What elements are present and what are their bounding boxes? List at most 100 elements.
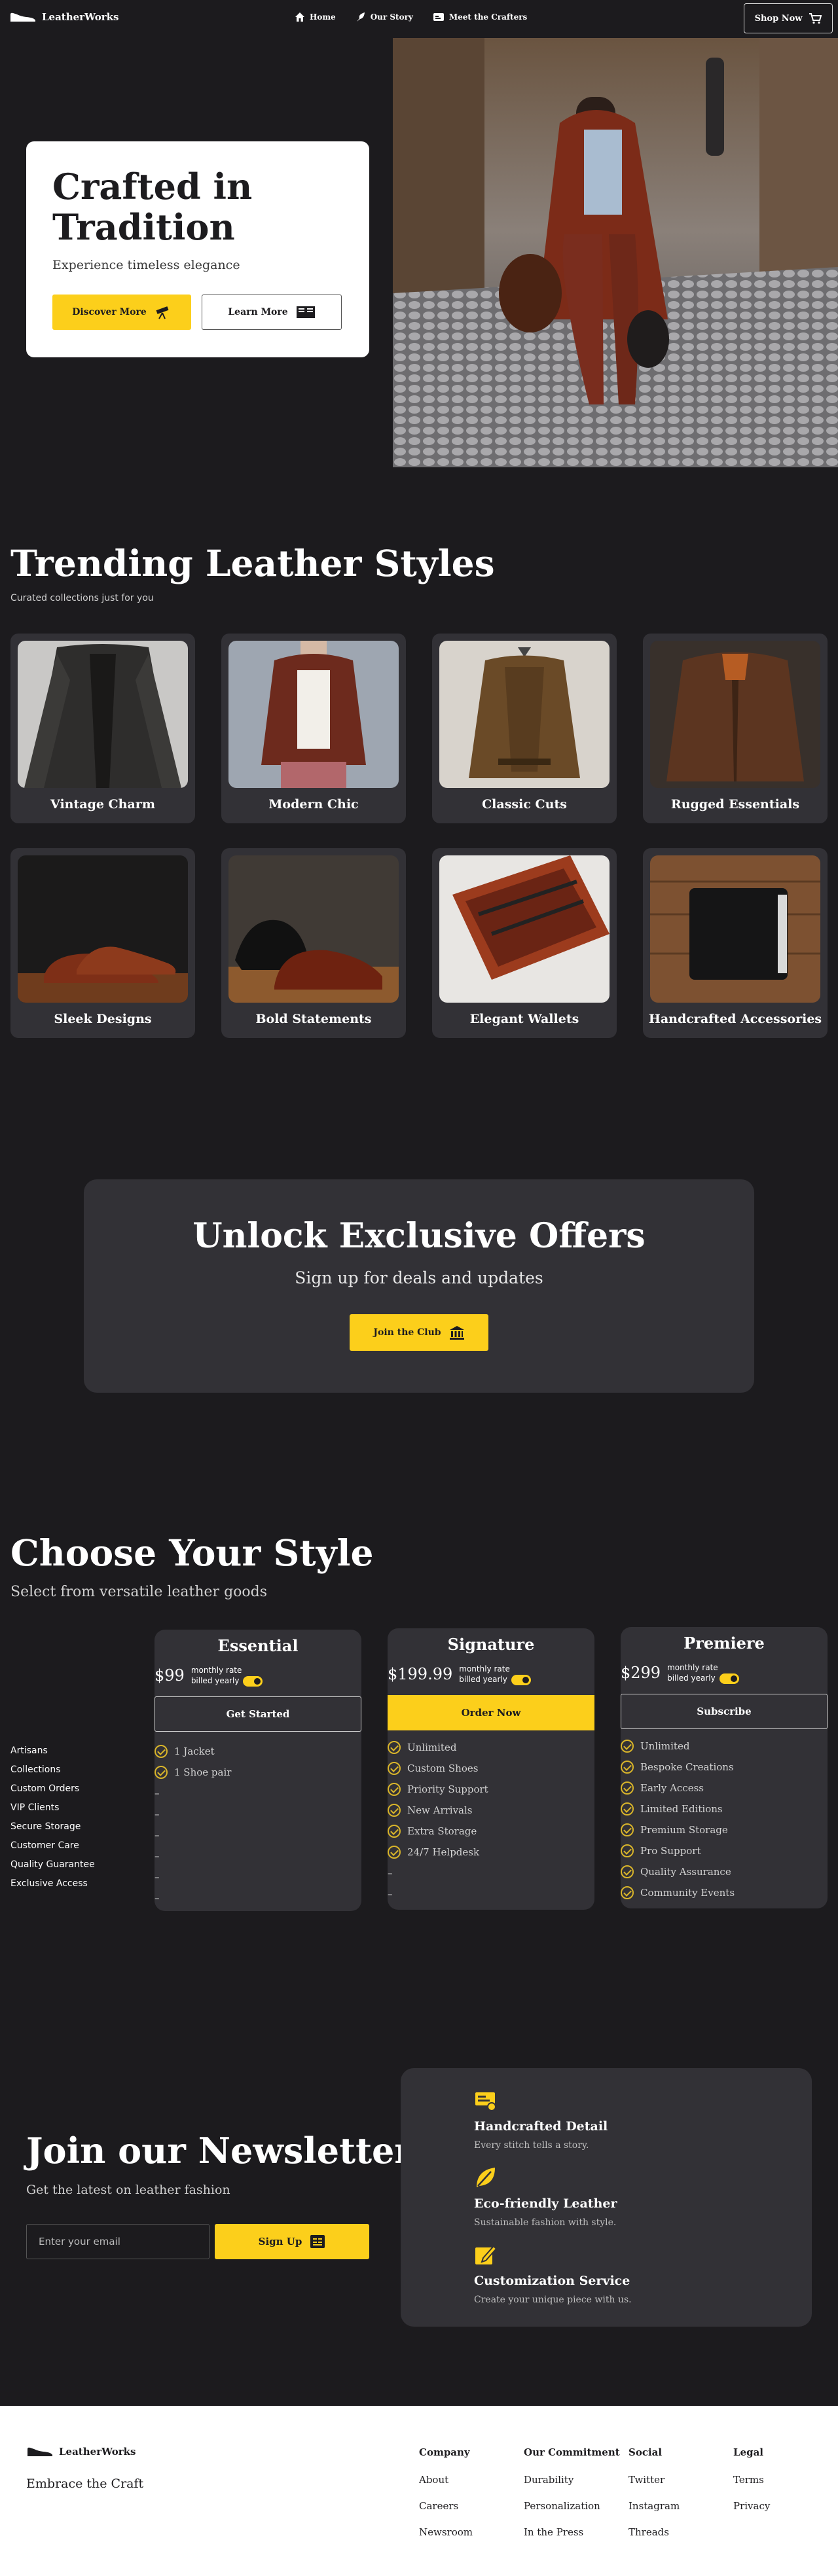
collection-tile[interactable]: Vintage Charm bbox=[10, 634, 195, 823]
footer-column-legal: Legal Terms Privacy bbox=[733, 2446, 770, 2526]
footer-link[interactable]: Instagram bbox=[628, 2500, 680, 2512]
check-icon bbox=[388, 1741, 401, 1754]
footer-link[interactable]: In the Press bbox=[524, 2526, 620, 2538]
collection-image bbox=[439, 855, 610, 1003]
get-started-button[interactable]: Get Started bbox=[155, 1696, 361, 1732]
collection-tile[interactable]: Elegant Wallets bbox=[432, 848, 617, 1038]
footer-logo[interactable]: LeatherWorks bbox=[26, 2445, 136, 2458]
collection-label: Vintage Charm bbox=[50, 797, 155, 812]
plan-rate: monthly rate bbox=[667, 1663, 718, 1672]
feature-title: Handcrafted Detail bbox=[474, 2119, 608, 2134]
billing-toggle[interactable] bbox=[719, 1673, 739, 1684]
plan-feature: Unlimited bbox=[407, 1742, 457, 1753]
billing-toggle[interactable] bbox=[511, 1674, 531, 1685]
check-icon bbox=[621, 1740, 634, 1753]
features-card: Handcrafted Detail Every stitch tells a … bbox=[401, 2068, 812, 2327]
footer-link[interactable]: Privacy bbox=[733, 2500, 770, 2512]
feature-desc: Sustainable fashion with style. bbox=[474, 2217, 617, 2228]
footer-heading: Legal bbox=[733, 2446, 763, 2458]
collection-tile[interactable]: Classic Cuts bbox=[432, 634, 617, 823]
feather-icon bbox=[356, 12, 365, 22]
cart-icon bbox=[809, 13, 822, 24]
collection-label: Modern Chic bbox=[268, 797, 359, 812]
footer-brand: LeatherWorks bbox=[59, 2446, 136, 2458]
footer-heading: Our Commitment bbox=[524, 2446, 620, 2458]
order-now-button[interactable]: Order Now bbox=[388, 1695, 594, 1730]
telescope-icon bbox=[156, 306, 169, 319]
check-icon bbox=[388, 1783, 401, 1796]
plan-feature: Bespoke Creations bbox=[640, 1761, 734, 1773]
hero-subtitle: Experience timeless elegance bbox=[52, 258, 240, 272]
feature-label: Quality Guarantee bbox=[10, 1859, 95, 1870]
join-club-button[interactable]: Join the Club bbox=[350, 1314, 488, 1351]
collection-image bbox=[18, 855, 188, 1003]
plan-feature: Custom Shoes bbox=[407, 1762, 479, 1774]
footer-link[interactable]: Durability bbox=[524, 2474, 620, 2486]
top-nav: LeatherWorks Home Our Story Meet the Cra… bbox=[0, 0, 838, 38]
footer-heading: Company bbox=[419, 2446, 470, 2458]
collection-label: Rugged Essentials bbox=[670, 797, 800, 812]
collection-image bbox=[228, 855, 399, 1003]
trending-title: Trending Leather Styles bbox=[10, 542, 495, 584]
footer-link[interactable]: Personalization bbox=[524, 2500, 620, 2512]
feature-label: Customer Care bbox=[10, 1840, 79, 1851]
check-icon bbox=[388, 1846, 401, 1859]
book-icon bbox=[296, 306, 315, 318]
feature-labels: Artisans Collections Custom Orders VIP C… bbox=[10, 1745, 95, 1897]
email-input[interactable] bbox=[26, 2224, 210, 2259]
footer-link[interactable]: Twitter bbox=[628, 2474, 680, 2486]
collection-tile[interactable]: Handcrafted Accessories bbox=[643, 848, 828, 1038]
feature-label: Secure Storage bbox=[10, 1821, 81, 1832]
plan-feature: Unlimited bbox=[640, 1740, 690, 1752]
collection-label: Bold Statements bbox=[255, 1012, 372, 1026]
plan-feature: – bbox=[155, 1808, 160, 1820]
footer-link[interactable]: About bbox=[419, 2474, 473, 2486]
plan-feature: Limited Editions bbox=[640, 1803, 723, 1815]
plan-price: $199.99 bbox=[388, 1665, 453, 1684]
nav-link-label: Meet the Crafters bbox=[448, 12, 528, 22]
collection-tile[interactable]: Rugged Essentials bbox=[643, 634, 828, 823]
feature-desc: Every stitch tells a story. bbox=[474, 2140, 589, 2151]
check-icon bbox=[621, 1844, 634, 1857]
hero-card: Crafted in Tradition Experience timeless… bbox=[26, 141, 369, 357]
brand-logo[interactable]: LeatherWorks bbox=[9, 10, 118, 24]
footer-column-company: Company About Careers Newsroom bbox=[419, 2446, 473, 2552]
footer-link[interactable]: Newsroom bbox=[419, 2526, 473, 2538]
plan-name: Essential bbox=[217, 1636, 299, 1655]
billing-toggle[interactable] bbox=[243, 1675, 263, 1687]
plan-feature: – bbox=[155, 1892, 160, 1904]
plan-price: $99 bbox=[155, 1666, 185, 1685]
footer-link[interactable]: Terms bbox=[733, 2474, 770, 2486]
plan-feature: New Arrivals bbox=[407, 1804, 473, 1816]
nav-link-crafters[interactable]: Meet the Crafters bbox=[433, 12, 527, 22]
nav-link-home[interactable]: Home bbox=[295, 12, 336, 22]
plan-feature: – bbox=[388, 1888, 393, 1900]
collection-tile[interactable]: Modern Chic bbox=[221, 634, 406, 823]
collection-tile[interactable]: Bold Statements bbox=[221, 848, 406, 1038]
subscribe-button[interactable]: Subscribe bbox=[621, 1694, 828, 1729]
pricing-title: Choose Your Style bbox=[10, 1531, 374, 1574]
plan-billing: billed yearly bbox=[667, 1673, 716, 1683]
footer-link[interactable]: Careers bbox=[419, 2500, 473, 2512]
learn-more-button[interactable]: Learn More bbox=[202, 295, 342, 330]
collection-tile[interactable]: Sleek Designs bbox=[10, 848, 195, 1038]
collection-label: Sleek Designs bbox=[54, 1012, 152, 1026]
learn-more-label: Learn More bbox=[228, 307, 288, 317]
shop-now-button[interactable]: Shop Now bbox=[744, 3, 833, 33]
sign-up-button[interactable]: Sign Up bbox=[215, 2224, 369, 2259]
hero-image bbox=[393, 38, 838, 467]
footer-link[interactable]: Threads bbox=[628, 2526, 680, 2538]
plan-card-premiere: Premiere $299 monthly rate billed yearly … bbox=[621, 1627, 828, 1908]
discover-more-button[interactable]: Discover More bbox=[52, 295, 191, 330]
check-icon bbox=[621, 1886, 634, 1899]
nav-link-our-story[interactable]: Our Story bbox=[355, 12, 413, 22]
collection-label: Classic Cuts bbox=[482, 797, 567, 812]
shoe-icon bbox=[10, 12, 35, 22]
newsletter-title: Join our Newsletter bbox=[26, 2130, 413, 2172]
check-icon bbox=[155, 1745, 168, 1758]
footer: LeatherWorks Embrace the Craft Company A… bbox=[0, 2406, 838, 2576]
leaf-icon bbox=[477, 2168, 495, 2187]
edit-icon bbox=[475, 2245, 498, 2264]
check-icon bbox=[621, 1802, 634, 1816]
feature-desc: Create your unique piece with us. bbox=[474, 2295, 632, 2305]
